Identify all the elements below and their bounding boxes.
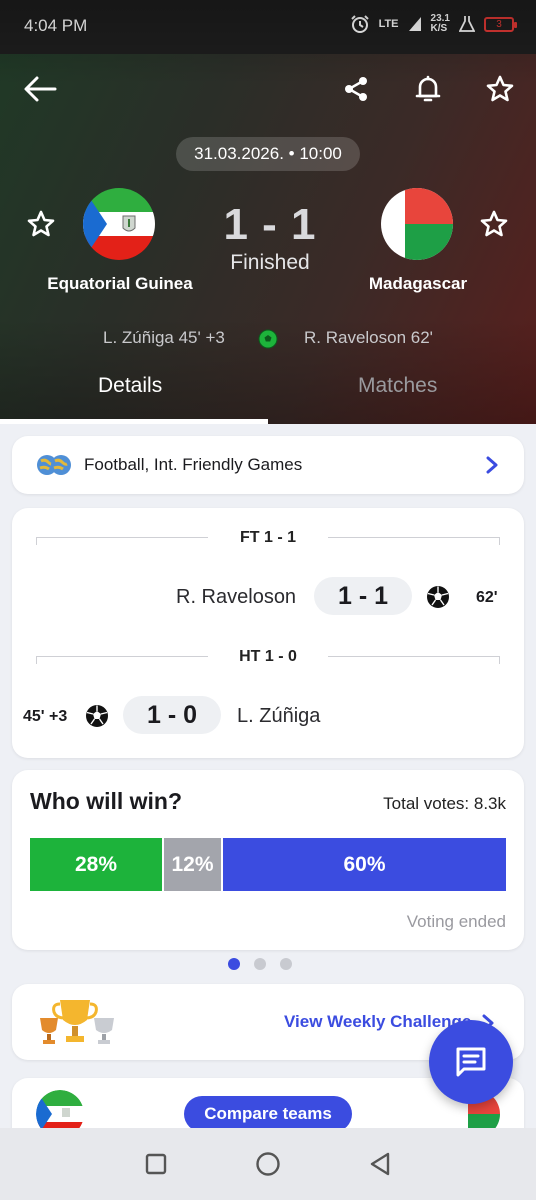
battery-icon: 3	[484, 16, 517, 32]
home-goal-score: 1 - 0	[123, 696, 221, 734]
home-goal-player[interactable]: L. Zúñiga	[237, 705, 320, 728]
compare-teams-button[interactable]: Compare teams	[184, 1096, 352, 1132]
trophies-icon	[40, 1000, 114, 1044]
favorite-home-team-button[interactable]	[21, 204, 61, 244]
notifications-button[interactable]	[408, 69, 448, 109]
star-icon	[27, 210, 55, 237]
away-team-flag[interactable]	[381, 188, 453, 260]
vote-bar-home[interactable]: 28%	[30, 838, 162, 891]
match-datetime: 31.03.2026. • 10:00	[176, 137, 360, 171]
globe-icon	[37, 455, 71, 475]
star-icon	[486, 75, 514, 102]
recents-icon[interactable]	[144, 1152, 168, 1176]
bell-icon	[415, 75, 441, 102]
home-goal-minute: 45' +3	[23, 708, 68, 725]
carousel-pagination	[228, 958, 292, 970]
soccer-ball-icon	[86, 705, 108, 727]
star-icon	[480, 210, 508, 237]
home-icon[interactable]	[255, 1151, 281, 1177]
away-scorer: R. Raveloson 62'	[304, 328, 433, 347]
network-speed: 23.1 K/S	[430, 13, 450, 34]
competition-card[interactable]: Football, Int. Friendly Games	[12, 436, 524, 494]
favorite-match-button[interactable]	[480, 69, 520, 109]
who-will-win-card: Who will win? Total votes: 8.3k 28% 12% …	[12, 770, 524, 950]
match-header: 4:04 PM LTE 23.1 K/S 3 31.03.2026. • 10:…	[0, 0, 536, 424]
alarm-icon	[350, 15, 369, 33]
vote-bar-draw[interactable]: 12%	[164, 838, 221, 891]
poll-total-votes: Total votes: 8.3k	[383, 794, 506, 813]
network-label: LTE	[378, 18, 399, 30]
carousel-dot[interactable]	[280, 958, 292, 970]
home-team-flag[interactable]	[83, 188, 155, 260]
away-goal-score: 1 - 1	[314, 577, 412, 615]
tab-matches[interactable]: Matches	[358, 374, 437, 398]
chevron-right-icon	[486, 456, 498, 474]
flask-icon	[459, 16, 475, 32]
share-button[interactable]	[336, 69, 376, 109]
chat-icon	[456, 1047, 486, 1077]
active-tab-indicator	[0, 419, 268, 424]
ht-divider-right	[328, 656, 500, 664]
status-icons: LTE 23.1 K/S 3	[350, 13, 517, 34]
match-score: 1 - 1	[223, 200, 317, 249]
share-icon	[345, 77, 367, 101]
equatorial-guinea-flag-icon	[83, 188, 155, 260]
chat-fab-button[interactable]	[429, 1020, 513, 1104]
favorite-away-team-button[interactable]	[474, 204, 514, 244]
match-status: Finished	[230, 251, 310, 274]
carousel-dot[interactable]	[254, 958, 266, 970]
home-scorer: L. Zúñiga 45' +3	[103, 328, 225, 347]
poll-status: Voting ended	[406, 912, 506, 931]
away-team-name[interactable]: Madagascar	[346, 274, 490, 294]
back-nav-icon[interactable]	[368, 1151, 392, 1177]
signal-icon	[408, 17, 421, 31]
status-bar: 4:04 PM LTE 23.1 K/S 3	[0, 0, 536, 54]
poll-title: Who will win?	[30, 788, 183, 814]
away-goal-player[interactable]: R. Raveloson	[176, 586, 296, 609]
carousel-dot[interactable]	[228, 958, 240, 970]
status-time: 4:04 PM	[24, 16, 88, 35]
back-button[interactable]	[20, 69, 60, 109]
vote-bar-away[interactable]: 60%	[223, 838, 506, 891]
away-goal-minute: 62'	[476, 589, 498, 606]
soccer-ball-icon	[427, 586, 449, 608]
match-timeline-card: FT 1 - 1 R. Raveloson 1 - 1 62' HT 1 - 0…	[12, 508, 524, 758]
arrow-left-icon	[24, 76, 57, 102]
competition-label: Football, Int. Friendly Games	[84, 455, 303, 474]
goal-ball-icon	[258, 329, 278, 349]
home-team-name[interactable]: Equatorial Guinea	[30, 274, 210, 294]
system-nav-bar	[0, 1128, 536, 1200]
madagascar-flag-icon	[381, 188, 453, 260]
ft-divider-right	[328, 537, 500, 545]
tab-details[interactable]: Details	[98, 374, 162, 398]
